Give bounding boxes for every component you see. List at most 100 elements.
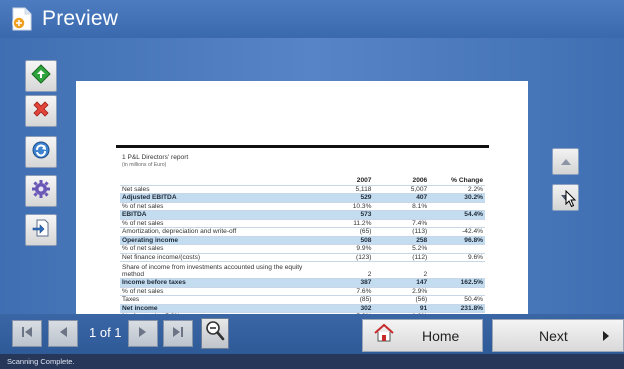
- document-arrow-icon: [31, 218, 51, 243]
- report-cell-change: 9.6%: [429, 253, 485, 263]
- report-row: Income before taxes 387 147 162.5%: [120, 278, 485, 288]
- report-row: Net sales 5,118 5,007 2.2%: [120, 185, 485, 195]
- report-cell-label: EBITDA: [120, 210, 318, 220]
- report-cell-change: 162.5%: [429, 278, 485, 288]
- report-row: Operating income 508 258 96.8%: [120, 236, 485, 246]
- report-cell-2006: (113): [373, 227, 430, 237]
- report-row: % of net sales 7.6% 2.9%: [120, 287, 485, 297]
- rotate-icon: [31, 140, 51, 165]
- report-cell-label: Share of income from investments account…: [120, 261, 318, 280]
- report-cell-2006: (112): [373, 253, 430, 263]
- report-cell-2006: 8.1%: [373, 202, 430, 212]
- first-page-icon: [20, 325, 34, 343]
- report-cell-2007: 302: [317, 304, 374, 314]
- window-title: Preview: [42, 7, 119, 30]
- approve-button[interactable]: [25, 60, 57, 92]
- report-cell-2007: 387: [317, 278, 374, 288]
- report-cell-change: -42.4%: [429, 227, 485, 237]
- report-row: % of net sales 9.9% 5.2%: [120, 244, 485, 254]
- house-icon: [373, 323, 395, 348]
- report-cell-2006: (56): [373, 295, 430, 305]
- report-cell-2007: 10.3%: [317, 202, 374, 212]
- report-cell-label: Income before taxes: [120, 278, 318, 288]
- report-cell-2007: (123): [317, 253, 374, 263]
- delete-button[interactable]: [25, 95, 57, 127]
- report-row: % of net sales 10.3% 8.1%: [120, 202, 485, 212]
- chevron-right-icon: [603, 331, 609, 341]
- zoom-out-button[interactable]: [201, 318, 229, 349]
- report-cell-label: % of net sales: [120, 244, 318, 254]
- status-bar: Scanning Complete.: [0, 354, 624, 369]
- report-cell-label: % of net sales: [120, 202, 318, 212]
- report-cell-2007: 7.6%: [317, 287, 374, 297]
- report-cell-2006: 5,007: [373, 185, 430, 195]
- report-cell-2006: 407: [373, 193, 430, 203]
- next-page-button[interactable]: [128, 320, 158, 347]
- report-row: Net finance income/(costs) (123) (112) 9.6%: [120, 253, 485, 263]
- preview-app-icon: [8, 5, 36, 33]
- report-row: Share of income from investments account…: [120, 261, 485, 280]
- report-row: Amortization, depreciation and write-off…: [120, 227, 485, 237]
- zoom-out-icon: [205, 320, 225, 347]
- report-cell-2006: 2: [373, 261, 430, 280]
- report-cell-2006: 147: [373, 278, 430, 288]
- report-cell-2006: 91: [373, 304, 430, 314]
- report-cell-label: Amortization, depreciation and write-off: [120, 227, 318, 237]
- gear-icon: [31, 179, 51, 204]
- report-subtitle: (in millions of Euro): [122, 162, 167, 168]
- report-header-row: 2007 2006 % Change: [120, 177, 485, 186]
- report-cell-2007: 508: [317, 236, 374, 246]
- report-cell-label: Net sales: [120, 185, 318, 195]
- document-preview[interactable]: 1 P&L Directors' report (in millions of …: [76, 81, 528, 352]
- report-cell-2006: 2.9%: [373, 287, 430, 297]
- report-row: EBITDA 573 54.4%: [120, 210, 485, 220]
- report-cell-2007: (85): [317, 295, 374, 305]
- red-x-icon: [31, 99, 51, 124]
- scroll-down-button[interactable]: [552, 184, 579, 211]
- previous-page-button[interactable]: [48, 320, 78, 347]
- first-page-button[interactable]: [12, 320, 42, 347]
- scroll-up-button[interactable]: [552, 148, 579, 175]
- report-cell-change: 50.4%: [429, 295, 485, 305]
- previous-page-icon: [57, 325, 69, 343]
- report-cell-label: Net income: [120, 304, 318, 314]
- next-page-icon: [137, 325, 149, 343]
- column-header-2007: 2007: [317, 177, 374, 186]
- report-cell-2006: [373, 210, 430, 220]
- home-button[interactable]: Home: [362, 319, 483, 352]
- rotate-button[interactable]: [25, 136, 57, 168]
- settings-button[interactable]: [25, 175, 57, 207]
- report-title: 1 P&L Directors' report: [122, 154, 189, 161]
- main-panel: 1 P&L Directors' report (in millions of …: [0, 38, 624, 352]
- report-cell-2006: 258: [373, 236, 430, 246]
- report-cell-2007: 11.2%: [317, 219, 374, 229]
- next-label: Next: [539, 327, 568, 344]
- report-cell-change: [429, 219, 485, 229]
- mouse-cursor-icon: [565, 189, 577, 213]
- report-cell-change: 30.2%: [429, 193, 485, 203]
- report-cell-2007: 573: [317, 210, 374, 220]
- report-cell-2007: 2: [317, 261, 374, 280]
- report-table: 2007 2006 % Change Net sales 5,118 5,007 2.…: [120, 177, 485, 322]
- report-cell-change: 231.8%: [429, 304, 485, 314]
- next-button[interactable]: Next: [492, 319, 624, 352]
- last-page-button[interactable]: [163, 320, 193, 347]
- report-cell-2007: 5,118: [317, 185, 374, 195]
- report-cell-change: [429, 244, 485, 254]
- report-cell-change: [429, 287, 485, 297]
- report-cell-change: 2.2%: [429, 185, 485, 195]
- column-header-2006: 2006: [373, 177, 430, 186]
- status-text: Scanning Complete.: [7, 357, 75, 366]
- report-row: Net income 302 91 231.8%: [120, 304, 485, 314]
- report-cell-change: [429, 202, 485, 212]
- report-cell-label: % of net sales: [120, 287, 318, 297]
- last-page-icon: [171, 325, 185, 343]
- report-cell-label: Net finance income/(costs): [120, 253, 318, 263]
- export-button[interactable]: [25, 214, 57, 246]
- report-cell-label: Operating income: [120, 236, 318, 246]
- column-header-label: [120, 177, 318, 186]
- green-diamond-icon: [31, 63, 51, 89]
- report-cell-2007: (65): [317, 227, 374, 237]
- report-cell-2007: 529: [317, 193, 374, 203]
- report-cell-change: [429, 261, 485, 280]
